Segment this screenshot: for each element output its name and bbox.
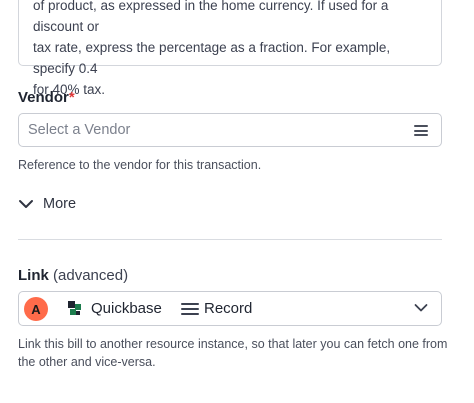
app-name: Quickbase xyxy=(91,300,162,317)
link-help-line: Link this bill to another resource insta… xyxy=(18,337,448,351)
chevron-down-icon xyxy=(19,200,33,208)
description-line: tax rate, express the percentage as a fr… xyxy=(33,40,391,76)
link-label-text: Link xyxy=(18,267,49,284)
vendor-select[interactable]: Select a Vendor xyxy=(18,113,442,147)
link-help-line: the other and vice-versa. xyxy=(18,355,156,369)
avatar-letter: A xyxy=(31,301,41,317)
more-toggle[interactable]: More xyxy=(18,194,76,214)
vendor-help-text: Reference to the vendor for this transac… xyxy=(18,158,262,172)
chevron-down-icon[interactable] xyxy=(414,303,428,313)
link-help-text: Link this bill to another resource insta… xyxy=(18,335,447,371)
description-textarea[interactable]: of product, as expressed in the home cur… xyxy=(18,0,442,97)
resource-name: Record xyxy=(204,300,253,317)
more-toggle-label: More xyxy=(43,196,77,212)
section-divider xyxy=(18,239,442,240)
vendor-select-placeholder: Select a Vendor xyxy=(28,122,131,138)
description-line: of product, as expressed in the home cur… xyxy=(33,0,389,34)
link-select[interactable]: A Quickbase Record xyxy=(18,291,442,326)
avatar: A xyxy=(24,297,48,321)
description-line: for 40% tax. xyxy=(33,82,106,97)
menu-icon xyxy=(181,303,199,315)
link-label: Link (advanced) xyxy=(18,267,128,284)
quickbase-logo-icon xyxy=(68,301,81,315)
link-label-suffix: (advanced) xyxy=(53,267,129,284)
vendor-label-text: Vendor xyxy=(18,89,69,106)
vendor-label: Vendor* xyxy=(18,89,75,106)
form-panel: of product, as expressed in the home cur… xyxy=(0,0,474,403)
required-marker: * xyxy=(68,89,75,106)
menu-icon xyxy=(414,125,428,136)
